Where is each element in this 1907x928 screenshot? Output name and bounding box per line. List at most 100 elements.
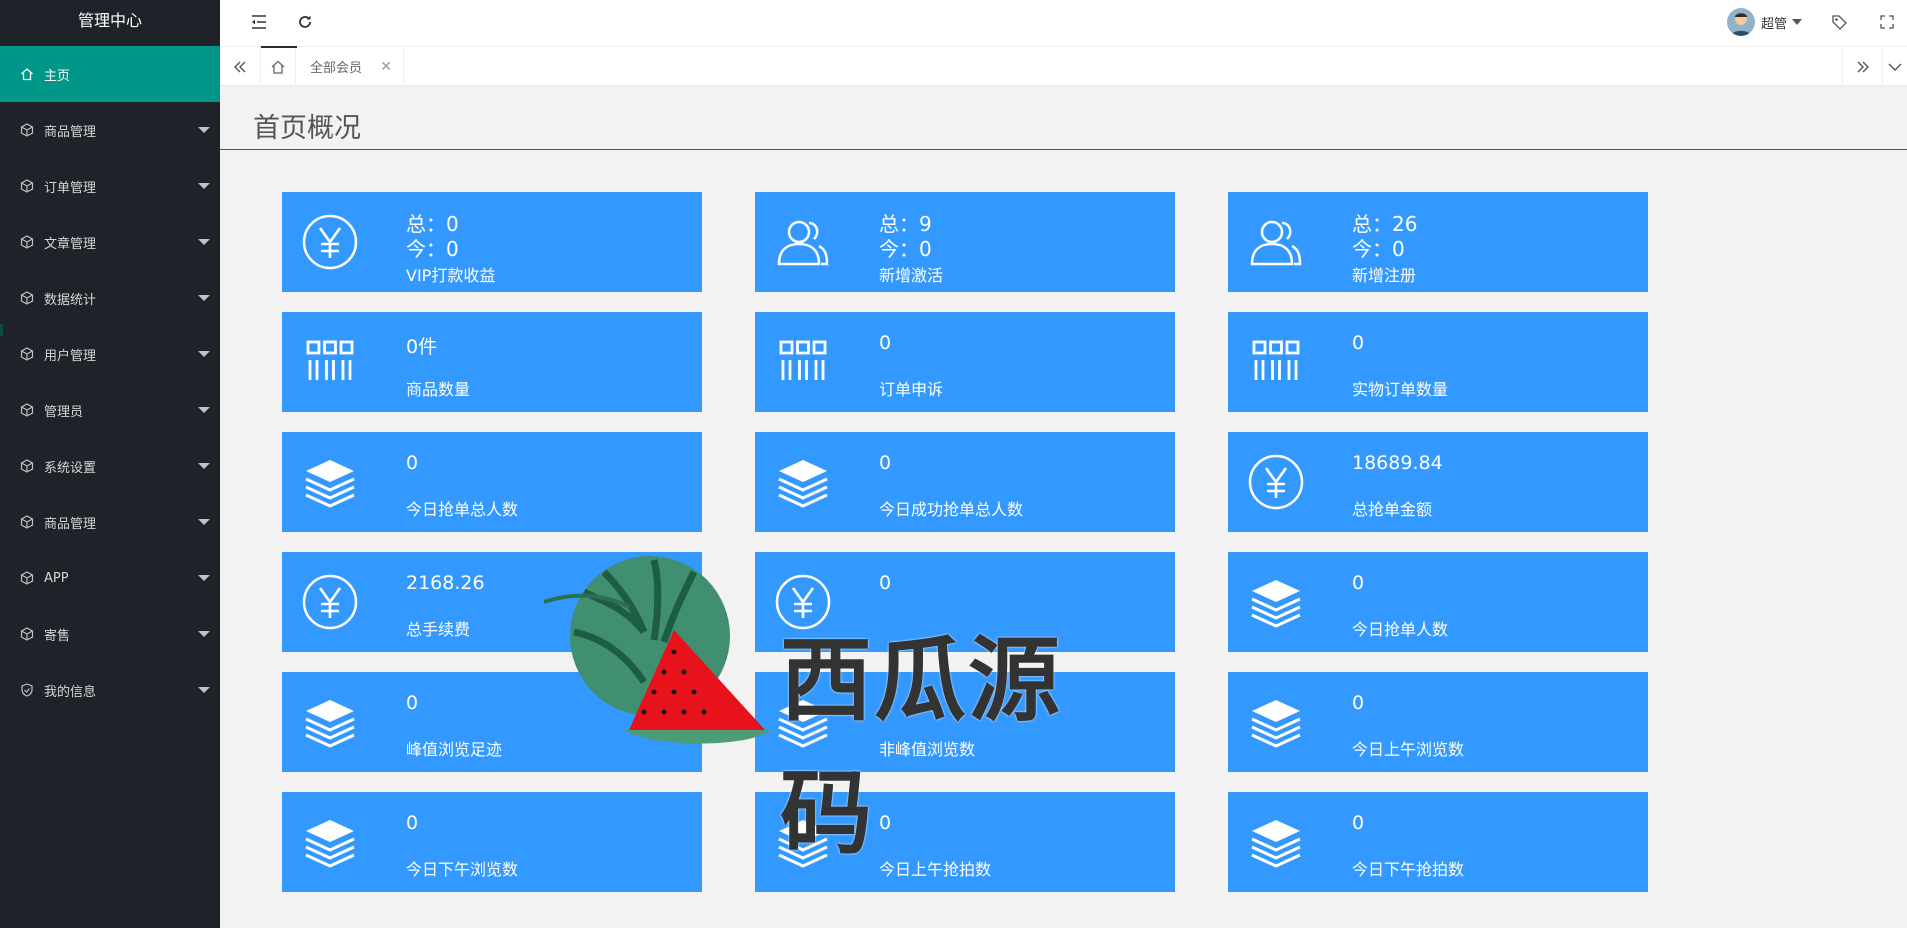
user-menu[interactable]: 超管 [1727, 8, 1803, 36]
stat-label: 订单申诉 [879, 380, 944, 399]
grid-icon [1248, 334, 1304, 390]
stat-value: 0件 [406, 336, 438, 358]
stat-value: 0 [406, 692, 419, 714]
sidebar-item[interactable]: 用户管理 [0, 326, 220, 382]
sidebar-nav: 主页 商品管理 订单管理 文章管理 数据统计 用户管理 管理员 系统设置 商品管理 APP 寄售 我的… [0, 46, 220, 718]
stat-label: 总抢单金额 [1352, 500, 1433, 519]
stat-label: 新增注册 [1352, 266, 1417, 285]
stat-label: 商品数量 [406, 380, 471, 399]
sidebar-item[interactable]: 商品管理 [0, 102, 220, 158]
stat-card: 18689.84 总抢单金额 [1228, 432, 1648, 532]
sidebar-item-label: 文章管理 [44, 236, 97, 252]
close-icon[interactable]: ✕ [380, 59, 392, 75]
app-logo-title: 管理中心 [77, 11, 142, 30]
avatar [1727, 8, 1755, 36]
cube-icon [20, 235, 34, 249]
cube-icon [20, 123, 34, 137]
stat-value: 0 [1352, 572, 1365, 594]
sidebar-item[interactable]: 订单管理 [0, 158, 220, 214]
stat-value: 0 [1352, 812, 1365, 834]
layers-icon [1248, 814, 1304, 870]
sidebar-item[interactable]: APP [0, 550, 220, 606]
stat-label: 今日下午抢拍数 [1352, 860, 1465, 879]
tabs-menu-icon[interactable] [1882, 47, 1907, 86]
tab-all-members[interactable]: 全部会员 ✕ [296, 47, 404, 86]
stat-label: 今日抢单人数 [1352, 620, 1449, 639]
cube-icon [20, 627, 34, 641]
stat-card: 0 今日抢单人数 [1228, 552, 1648, 652]
refresh-icon[interactable] [294, 11, 316, 33]
stat-card: 0 今日抢单总人数 [282, 432, 702, 532]
sidebar-item-label: 数据统计 [44, 292, 97, 308]
tab-home[interactable] [260, 46, 297, 86]
stat-today: 今：0 [1352, 237, 1405, 261]
sidebar-item[interactable]: 数据统计 [0, 270, 220, 326]
stat-value: 2168.26 [406, 572, 485, 594]
sidebar-item[interactable]: 我的信息 [0, 662, 220, 718]
stat-card: 0 订单申诉 [755, 312, 1175, 412]
stat-value: 0 [1352, 332, 1365, 354]
chevron-down-icon [198, 687, 210, 693]
stat-value: 18689.84 [1352, 452, 1443, 474]
chevron-down-icon [198, 127, 210, 133]
page-title: 首页概况 [253, 113, 361, 144]
chevron-down-icon [198, 575, 210, 581]
chevron-down-icon [198, 239, 210, 245]
stat-card: 总：9 今：0 新增激活 [755, 192, 1175, 292]
sidebar: 管理中心 主页 商品管理 订单管理 文章管理 数据统计 用户管理 管理员 系统设置 商品管理 AP… [0, 0, 220, 928]
stat-value: 0 [406, 812, 419, 834]
sidebar-item-label: 订单管理 [44, 180, 97, 196]
sidebar-item-label: 系统设置 [44, 460, 97, 476]
sidebar-item-label: 管理员 [44, 404, 84, 420]
layers-icon [302, 694, 358, 750]
stat-label: 新增激活 [879, 266, 944, 285]
chevron-down-icon [198, 463, 210, 469]
cube-icon [20, 179, 34, 193]
sidebar-item[interactable]: 主页 [0, 46, 220, 102]
stat-card: 0 今日下午抢拍数 [1228, 792, 1648, 892]
layers-icon [1248, 694, 1304, 750]
menu-collapse-icon[interactable] [248, 11, 270, 33]
sidebar-item-label: 主页 [44, 68, 71, 84]
chevron-down-icon [198, 407, 210, 413]
sidebar-item[interactable]: 系统设置 [0, 438, 220, 494]
tab-bar: 全部会员 ✕ [220, 46, 1907, 86]
stat-label: 今日下午浏览数 [406, 860, 519, 879]
watermark-text: 西瓜源码 [780, 627, 1063, 867]
cube-icon [20, 403, 34, 417]
home-icon [271, 60, 285, 74]
stat-label: 今日上午浏览数 [1352, 740, 1465, 759]
cube-icon [20, 571, 34, 585]
tabs-scroll-right-icon[interactable] [1842, 47, 1882, 86]
grid-icon [302, 334, 358, 390]
layers-icon [302, 814, 358, 870]
grid-icon [775, 334, 831, 390]
sidebar-item[interactable]: 寄售 [0, 606, 220, 662]
users-icon [1248, 214, 1304, 270]
sidebar-item[interactable]: 管理员 [0, 382, 220, 438]
title-divider [220, 149, 1907, 150]
cube-icon [20, 291, 34, 305]
stat-card: 0 今日下午浏览数 [282, 792, 702, 892]
stat-label: VIP打款收益 [406, 266, 496, 285]
sidebar-item[interactable]: 商品管理 [0, 494, 220, 550]
sidebar-item-label: 商品管理 [44, 124, 97, 140]
fullscreen-icon[interactable] [1876, 11, 1898, 33]
layers-icon [302, 454, 358, 510]
tag-icon[interactable] [1828, 11, 1850, 33]
sidebar-item-label: 寄售 [44, 628, 71, 644]
yen-icon [1248, 454, 1304, 510]
watermark: 西瓜源码 [543, 552, 1124, 867]
shield-check-icon [20, 683, 34, 697]
chevron-down-icon [198, 295, 210, 301]
stat-value: 0 [406, 452, 419, 474]
yen-icon [302, 214, 358, 270]
sidebar-item[interactable]: 文章管理 [0, 214, 220, 270]
tabs-scroll-left-icon[interactable] [220, 47, 260, 86]
stat-label: 今日抢单总人数 [406, 500, 519, 519]
stat-card: 总：26 今：0 新增注册 [1228, 192, 1648, 292]
stat-label: 今日成功抢单总人数 [879, 500, 1024, 519]
chevron-down-icon [1792, 19, 1803, 25]
stat-today: 今：0 [879, 237, 932, 261]
stat-value: 0 [879, 332, 892, 354]
